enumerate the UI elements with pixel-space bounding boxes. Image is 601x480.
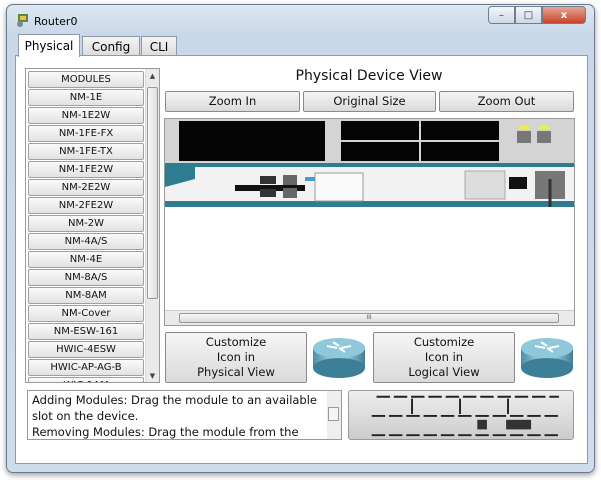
- btn-line: Icon in: [424, 350, 464, 364]
- module-info-text: Adding Modules: Drag the module to an av…: [27, 390, 342, 440]
- module-item[interactable]: NM-2FE2W: [28, 197, 144, 214]
- module-item[interactable]: NM-Cover: [28, 305, 144, 322]
- module-item[interactable]: NM-4A/S: [28, 233, 144, 250]
- module-list: MODULES NM-1E NM-1E2W NM-1FE-FX NM-1FE-TX NM-…: [25, 68, 160, 383]
- tab-physical[interactable]: Physical: [18, 34, 80, 57]
- router-physical-icon: [313, 338, 365, 378]
- module-item[interactable]: NM-1E2W: [28, 107, 144, 124]
- info-scrollbar[interactable]: [327, 391, 341, 439]
- device-view-hscrollbar[interactable]: III: [165, 310, 574, 325]
- original-size-button[interactable]: Original Size: [303, 91, 436, 112]
- physical-device-view-title: Physical Device View: [295, 68, 443, 84]
- module-item[interactable]: NM-4E: [28, 251, 144, 268]
- module-item[interactable]: NM-1FE-FX: [28, 125, 144, 142]
- module-item[interactable]: NM-1FE2W: [28, 161, 144, 178]
- device-view: III: [164, 118, 575, 326]
- module-item[interactable]: NM-2W: [28, 215, 144, 232]
- info-line: Adding Modules: Drag the module to an av…: [32, 393, 318, 407]
- btn-line: Physical View: [197, 365, 275, 379]
- btn-line: Customize: [413, 335, 475, 349]
- zoom-in-button[interactable]: Zoom In: [165, 91, 300, 112]
- module-item[interactable]: NM-ESW-161: [28, 323, 144, 340]
- close-button[interactable]: x: [542, 6, 586, 24]
- router-chassis-image[interactable]: [165, 119, 575, 207]
- module-item[interactable]: WIC-1AM: [28, 377, 144, 382]
- tab-cli[interactable]: CLI: [141, 36, 177, 56]
- btn-line: Customize: [205, 335, 267, 349]
- module-item[interactable]: NM-1E: [28, 89, 144, 106]
- module-item[interactable]: HWIC-AP-AG-B: [28, 359, 144, 376]
- router-window: Router0 – □ x Physical Config CLI MODULE…: [6, 4, 595, 473]
- minimize-button[interactable]: –: [488, 6, 515, 24]
- module-item: MODULES: [28, 71, 144, 88]
- physical-panel: MODULES NM-1E NM-1E2W NM-1FE-FX NM-1FE-TX NM-…: [15, 55, 588, 464]
- module-item[interactable]: NM-2E2W: [28, 179, 144, 196]
- scroll-down-icon[interactable]: ▼: [146, 369, 159, 382]
- module-item[interactable]: NM-1FE-TX: [28, 143, 144, 160]
- module-item[interactable]: HWIC-4ESW: [28, 341, 144, 358]
- module-list-scrollbar[interactable]: ▲ ▼: [145, 69, 159, 382]
- customize-logical-icon-button[interactable]: Customize Icon in Logical View: [373, 332, 515, 383]
- window-title: Router0: [34, 15, 78, 28]
- info-line: slot on the device.: [32, 409, 139, 423]
- btn-line: Icon in: [216, 350, 256, 364]
- maximize-button[interactable]: □: [515, 6, 542, 24]
- module-item[interactable]: NM-8A/S: [28, 269, 144, 286]
- btn-line: Logical View: [408, 365, 480, 379]
- scroll-up-icon[interactable]: ▲: [146, 69, 159, 82]
- info-line: Removing Modules: Drag the module from t…: [32, 425, 299, 439]
- module-item[interactable]: NM-8AM: [28, 287, 144, 304]
- customize-physical-icon-button[interactable]: Customize Icon in Physical View: [165, 332, 307, 383]
- scroll-thumb[interactable]: [147, 87, 158, 299]
- zoom-out-button[interactable]: Zoom Out: [439, 91, 574, 112]
- hscroll-thumb[interactable]: III: [179, 313, 559, 323]
- module-preview-image: [348, 390, 574, 440]
- router-logical-icon: [521, 338, 573, 378]
- tab-config[interactable]: Config: [82, 36, 140, 56]
- router-app-icon: [17, 14, 28, 27]
